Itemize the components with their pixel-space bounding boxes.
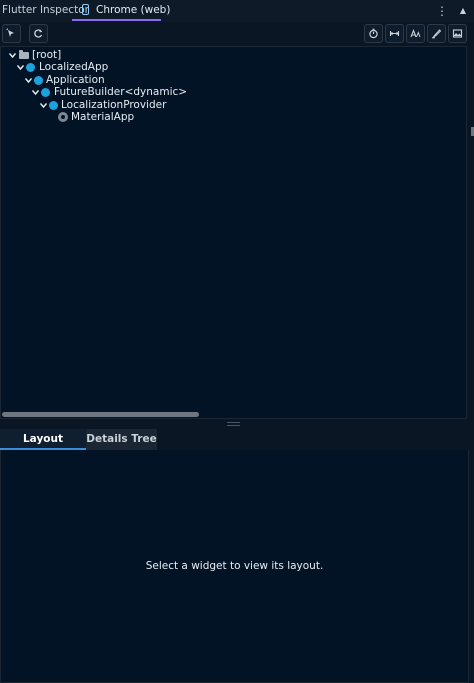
expand-arrow-icon[interactable] [32,89,39,96]
top-tab-bar: Flutter Inspector Chrome (web) ⋮ ▲ [0,0,474,23]
paint-rainbow-button[interactable] [427,24,446,43]
refresh-tree-icon [34,29,43,38]
refresh-tree-button[interactable] [29,24,48,43]
debug-paint-icon [389,31,400,36]
details-tab-bar: Layout Explorer Details Tree [0,429,474,465]
expand-arrow-icon[interactable] [9,52,16,59]
chevron-up-icon[interactable]: ▲ [457,3,469,19]
panel-splitter[interactable] [0,419,474,429]
slow-animations-icon [369,28,378,39]
debug-paint-button[interactable] [385,24,404,43]
drag-handle-icon[interactable] [227,422,240,426]
tab-details-tree[interactable]: Details Tree [86,429,157,450]
expand-arrow-icon[interactable] [17,64,24,71]
more-vert-icon[interactable]: ⋮ [436,3,448,19]
inspector-toolbar [0,22,474,46]
widget-icon [49,101,58,110]
tab-layout-explorer[interactable]: Layout Explorer [0,429,86,465]
expand-arrow-icon[interactable] [40,102,47,109]
widget-icon [34,76,43,85]
widget-tree-panel[interactable]: [root] LocalizedApp Application FutureBu… [0,46,467,419]
widget-icon [41,88,50,97]
layout-explorer-panel: Select a widget to view its layout. [0,450,469,683]
folder-icon [19,50,29,59]
invert-image-icon [452,29,463,38]
tree-node-label: MaterialApp [71,111,135,123]
active-tab-indicator [72,19,161,21]
empty-state-message: Select a widget to view its layout. [145,560,324,572]
widget-icon [26,63,35,72]
tab-chrome-web[interactable]: Chrome (web) [72,0,170,21]
text-baseline-button[interactable] [406,24,425,43]
select-widget-mode-button[interactable] [2,24,21,43]
text-baseline-icon [410,28,421,38]
slow-animations-button[interactable] [364,24,383,43]
tree-node-label: LocalizedApp [39,61,109,73]
select-widget-mode-icon [6,28,14,37]
horizontal-scrollbar[interactable] [2,412,199,417]
tree-node-label: FutureBuilder<dynamic> [54,86,188,98]
paint-rainbow-icon [432,29,442,39]
expand-arrow-icon[interactable] [25,77,32,84]
phone-icon [82,4,89,15]
tab-chrome-web-label: Chrome (web) [96,4,171,16]
material-app-icon [58,112,68,122]
invert-image-button[interactable] [448,24,467,43]
